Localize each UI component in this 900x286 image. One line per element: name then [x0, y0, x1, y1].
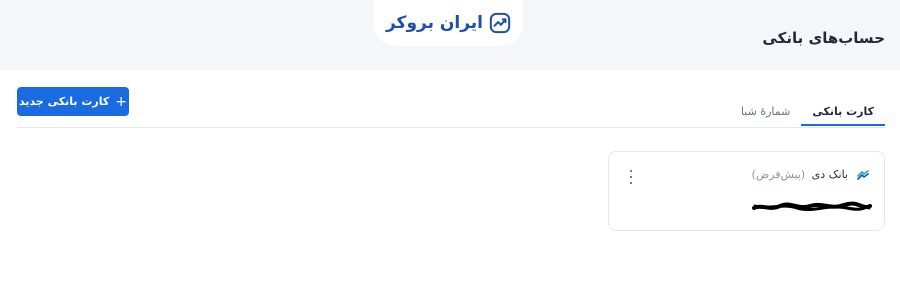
bank-dey-logo-icon	[857, 170, 869, 180]
plus-icon: +	[115, 93, 127, 110]
tab-bank-card[interactable]: کارت بانکی	[801, 96, 885, 126]
bank-name: بانک دی	[811, 168, 848, 181]
trending-up-icon	[489, 12, 511, 34]
more-vertical-icon[interactable]	[626, 170, 636, 184]
tab-bar: کارت بانکی شمارهٔ شبا	[730, 96, 885, 126]
bank-name-row: بانک دی (پیش‌فرض)	[752, 168, 848, 181]
tab-sheba-number[interactable]: شمارهٔ شبا	[730, 96, 801, 125]
bank-accounts-page: ایران بروکر حساب‌های بانکی + کارت بانکی …	[0, 0, 900, 286]
default-badge: (پیش‌فرض)	[751, 168, 806, 181]
add-bank-card-label: کارت بانکی جدید	[19, 95, 110, 108]
brand-name: ایران بروکر	[385, 13, 484, 33]
add-bank-card-button[interactable]: + کارت بانکی جدید	[17, 87, 129, 116]
card-number-redacted	[752, 201, 872, 212]
tabs-divider	[17, 127, 885, 128]
bank-card-item[interactable]: بانک دی (پیش‌فرض)	[608, 151, 885, 231]
brand-logo[interactable]: ایران بروکر	[374, 0, 523, 46]
page-title: حساب‌های بانکی	[762, 29, 885, 47]
